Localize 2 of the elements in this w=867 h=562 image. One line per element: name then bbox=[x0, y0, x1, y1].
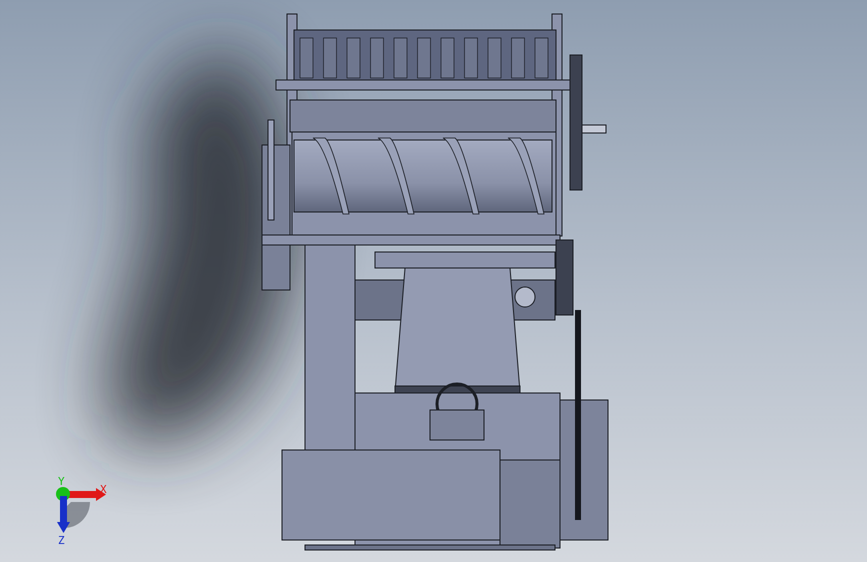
axis-label: Z bbox=[58, 535, 65, 546]
axis-label: Y bbox=[58, 476, 65, 487]
